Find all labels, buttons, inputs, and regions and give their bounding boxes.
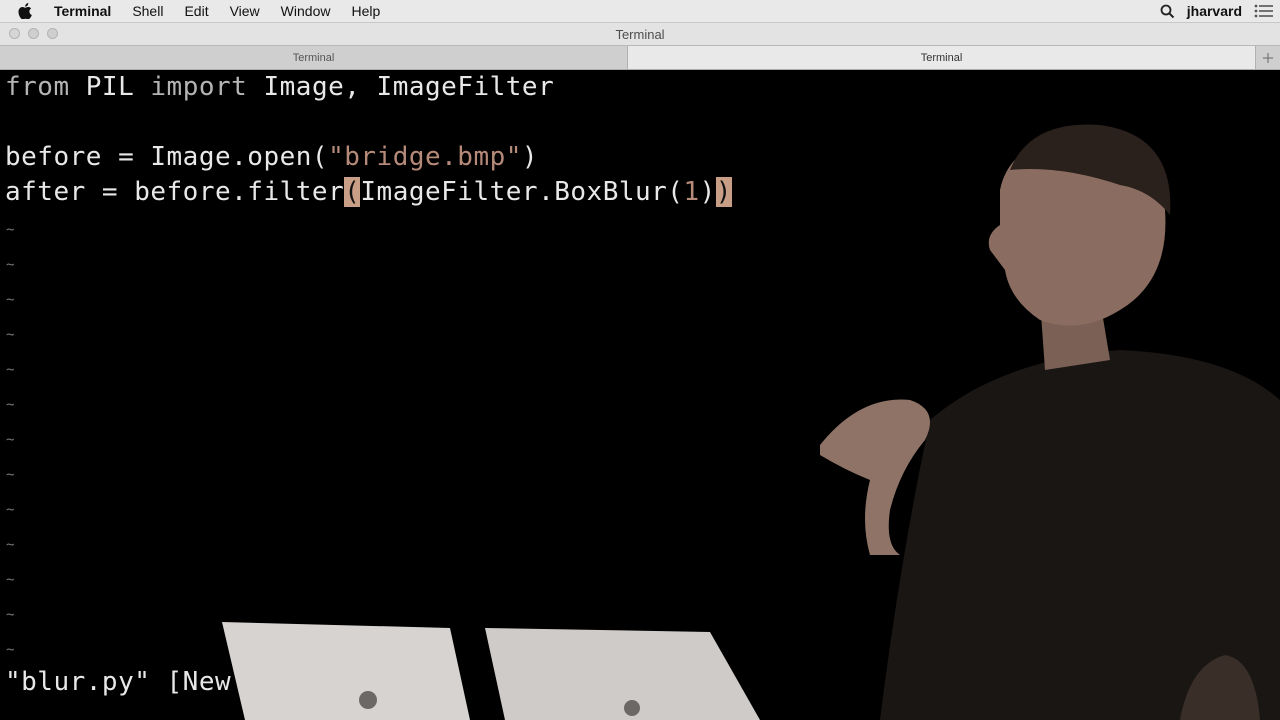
empty-line-marker: ~ xyxy=(6,642,15,658)
spotlight-search-icon[interactable] xyxy=(1160,4,1175,19)
tab-bar: Terminal Terminal xyxy=(0,45,1280,70)
code-line-3: before = Image.open("bridge.bmp") xyxy=(5,142,538,172)
string-literal: "bridge.bmp" xyxy=(328,142,522,172)
empty-line-marker: ~ xyxy=(6,502,15,518)
empty-line-marker: ~ xyxy=(6,432,15,448)
apple-menu-icon[interactable] xyxy=(18,3,38,19)
empty-line-marker: ~ xyxy=(6,537,15,553)
empty-line-marker: ~ xyxy=(6,572,15,588)
code-close-paren: ) xyxy=(521,142,539,172)
empty-line-marker: ~ xyxy=(6,607,15,623)
import-names: Image, ImageFilter xyxy=(247,72,555,102)
menu-help[interactable]: Help xyxy=(351,3,380,19)
tab-terminal-2[interactable]: Terminal xyxy=(628,46,1256,69)
code-after-assign: after = before.filter xyxy=(5,177,345,207)
plus-icon xyxy=(1263,52,1273,63)
menu-terminal[interactable]: Terminal xyxy=(54,3,111,19)
code-line-4: after = before.filter(ImageFilter.BoxBlu… xyxy=(5,177,732,207)
new-tab-button[interactable] xyxy=(1256,46,1280,69)
text-cursor: ) xyxy=(715,177,732,207)
menu-edit[interactable]: Edit xyxy=(184,3,208,19)
keyword-from: from xyxy=(5,72,70,102)
terminal-editor[interactable]: from PIL import Image, ImageFilter befor… xyxy=(0,70,1280,720)
empty-line-marker: ~ xyxy=(6,222,15,238)
menu-view[interactable]: View xyxy=(230,3,260,19)
code-before-assign: before = Image.open( xyxy=(5,142,329,172)
code-boxblur-call: ImageFilter.BoxBlur( xyxy=(360,177,684,207)
number-literal: 1 xyxy=(683,177,700,207)
notification-center-icon[interactable] xyxy=(1254,4,1274,18)
keyword-import: import xyxy=(150,72,248,102)
empty-line-marker: ~ xyxy=(6,292,15,308)
tab-terminal-1[interactable]: Terminal xyxy=(0,46,628,69)
menu-shell[interactable]: Shell xyxy=(132,3,163,19)
empty-line-marker: ~ xyxy=(6,397,15,413)
vim-status-line: "blur.py" [New xyxy=(5,667,232,697)
window-title-bar[interactable]: Terminal xyxy=(0,23,1280,45)
menu-bar: Terminal Shell Edit View Window Help jha… xyxy=(0,0,1280,23)
code-line-1: from PIL import Image, ImageFilter xyxy=(5,72,554,102)
matching-paren-highlight: ( xyxy=(344,177,361,207)
window-title: Terminal xyxy=(615,27,665,42)
empty-line-marker: ~ xyxy=(6,467,15,483)
code-close-paren-inner: ) xyxy=(699,177,716,207)
empty-line-marker: ~ xyxy=(6,257,15,273)
empty-line-marker: ~ xyxy=(6,362,15,378)
module-name: PIL xyxy=(69,72,151,102)
empty-line-marker: ~ xyxy=(6,327,15,343)
current-user[interactable]: jharvard xyxy=(1187,3,1242,19)
menu-window[interactable]: Window xyxy=(281,3,331,19)
